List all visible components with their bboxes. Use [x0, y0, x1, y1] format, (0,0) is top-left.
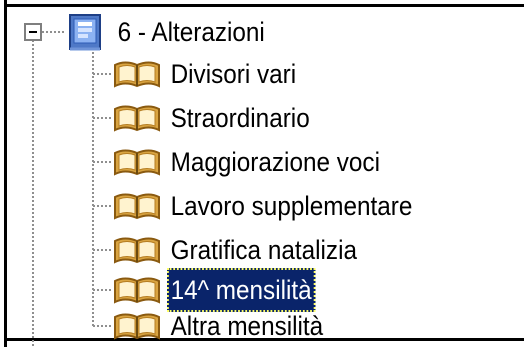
tree-item-lavoro-supplementare[interactable]: Lavoro supplementare — [0, 184, 524, 228]
tree-item-label: Gratifica natalizia — [170, 235, 357, 265]
tree-view-panel: 6 - Alterazioni Divisori vari Straordina… — [0, 0, 524, 347]
tree-item-label: Straordinario — [170, 103, 310, 133]
tree-item-gratifica-natalizia[interactable]: Gratifica natalizia — [0, 228, 524, 272]
book-icon — [114, 149, 160, 176]
tree-item-maggiorazione-voci[interactable]: Maggiorazione voci — [0, 140, 524, 184]
tree-item-divisori-vari[interactable]: Divisori vari — [0, 52, 524, 96]
tree-node-label: 6 - Alterazioni — [117, 17, 265, 47]
document-tree: 6 - Alterazioni Divisori vari Straordina… — [0, 0, 524, 347]
tree-item-label: Altra mensilità — [170, 311, 324, 341]
tree-item-altra-mensilita[interactable]: Altra mensilità — [0, 304, 524, 347]
folder-icon — [69, 14, 101, 51]
tree-item-label: Lavoro supplementare — [170, 191, 413, 221]
book-icon — [114, 193, 160, 220]
book-icon — [114, 237, 160, 264]
book-icon — [114, 105, 160, 132]
book-icon — [114, 277, 160, 304]
collapse-icon[interactable] — [24, 23, 42, 41]
tree-item-straordinario[interactable]: Straordinario — [0, 96, 524, 140]
book-icon — [114, 313, 160, 340]
tree-item-label: Maggiorazione voci — [170, 147, 380, 177]
book-icon — [114, 61, 160, 88]
tree-node-alterazioni[interactable]: 6 - Alterazioni — [0, 10, 524, 54]
tree-item-label: Divisori vari — [170, 59, 297, 89]
